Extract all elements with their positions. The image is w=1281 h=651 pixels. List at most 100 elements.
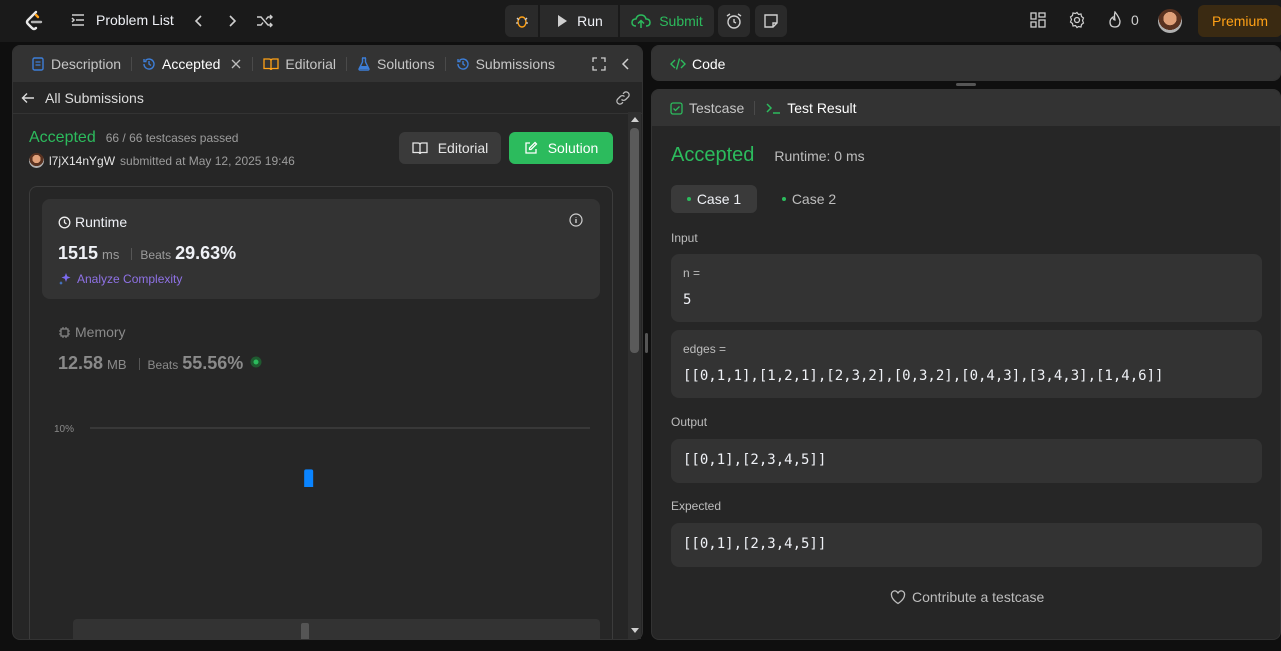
scroll-up-icon[interactable] xyxy=(631,116,639,122)
run-button[interactable]: Run xyxy=(540,5,618,37)
performance-card: Runtime 1515 ms Beats 29.63% Analyze Com… xyxy=(29,186,613,639)
arrow-left-icon xyxy=(21,92,34,103)
leetcode-logo-icon[interactable] xyxy=(22,9,46,33)
fire-icon xyxy=(1109,11,1121,28)
edges-label: edges = xyxy=(683,342,727,356)
gear-icon xyxy=(1069,11,1085,29)
play-icon xyxy=(558,15,568,27)
left-tab-bar: Description Accepted Editorial Solutions… xyxy=(13,46,642,82)
tab-submissions-label: Submissions xyxy=(475,56,555,72)
expected-box[interactable]: [[0,1],[2,3,4,5]] xyxy=(671,523,1262,567)
streak-counter[interactable]: 0 xyxy=(1107,11,1139,29)
run-label: Run xyxy=(577,13,603,29)
run-submit-group: Run Submit xyxy=(505,5,714,37)
heart-icon xyxy=(890,589,906,604)
n-value: 5 xyxy=(683,292,692,308)
code-panel: Code xyxy=(651,45,1281,81)
settings-button[interactable] xyxy=(1068,11,1086,32)
tab-editorial[interactable]: Editorial xyxy=(257,56,342,72)
top-bar: Problem List Run Submit 0 Premium xyxy=(0,0,1281,42)
submitter-line: l7jX14nYgW submitted at May 12, 2025 19:… xyxy=(29,153,295,168)
result-tab-bar: Testcase Test Result xyxy=(652,90,1280,126)
collapse-panel-icon[interactable] xyxy=(621,57,631,71)
case-1-tab[interactable]: Case 1 xyxy=(671,185,757,213)
timer-button[interactable] xyxy=(718,5,750,37)
all-submissions-link[interactable]: All Submissions xyxy=(13,82,642,114)
chart-bar xyxy=(304,469,314,487)
case-2-label: Case 2 xyxy=(791,191,837,207)
result-accepted: Accepted xyxy=(671,144,755,166)
problem-list-button[interactable]: Problem List xyxy=(70,12,174,28)
tab-divider xyxy=(346,57,347,71)
shuffle-icon xyxy=(257,14,273,28)
close-icon[interactable] xyxy=(230,58,242,70)
checkbox-icon xyxy=(670,101,683,115)
submission-status: Accepted 66 / 66 testcases passed xyxy=(29,129,238,147)
prev-problem-button[interactable] xyxy=(189,11,209,31)
debug-button[interactable] xyxy=(505,5,538,37)
status-accepted: Accepted xyxy=(29,129,96,146)
all-submissions-label: All Submissions xyxy=(45,89,144,106)
problem-list-label: Problem List xyxy=(96,12,174,28)
note-icon xyxy=(764,14,778,28)
scroll-down-icon[interactable] xyxy=(631,628,639,634)
solution-button[interactable]: Solution xyxy=(509,132,613,164)
tab-description-label: Description xyxy=(51,56,122,72)
user-avatar[interactable] xyxy=(1158,9,1182,33)
case-2-tab[interactable]: Case 2 xyxy=(771,185,847,213)
input-label: Input xyxy=(671,231,698,245)
tab-test-result-label: Test Result xyxy=(787,100,857,116)
runtime-distribution-chart[interactable]: 10%5%0%579ms866ms919ms1419ms1544ms xyxy=(30,187,612,487)
premium-button[interactable]: Premium xyxy=(1198,5,1281,37)
tab-accepted-label: Accepted xyxy=(162,56,221,72)
description-icon xyxy=(32,57,44,71)
layout-button[interactable] xyxy=(1029,11,1047,32)
horizontal-resize-handle[interactable] xyxy=(956,83,976,86)
tab-code[interactable]: Code xyxy=(664,56,731,72)
y-tick-label: 10% xyxy=(54,424,74,435)
tab-testcase-label: Testcase xyxy=(689,100,745,116)
tab-testcase[interactable]: Testcase xyxy=(664,100,750,116)
tab-solutions[interactable]: Solutions xyxy=(351,56,441,72)
chart-range-slider[interactable] xyxy=(73,619,600,639)
result-runtime: Runtime: 0 ms xyxy=(774,148,865,164)
pass-dot xyxy=(686,197,691,201)
scroll-thumb[interactable] xyxy=(630,128,639,353)
book-icon xyxy=(412,142,428,155)
output-box[interactable]: [[0,1],[2,3,4,5]] xyxy=(671,439,1262,483)
premium-label: Premium xyxy=(1211,13,1268,29)
tab-divider xyxy=(754,101,756,115)
tab-description[interactable]: Description xyxy=(25,56,127,72)
contribute-label: Contribute a testcase xyxy=(912,589,1045,605)
input-n-box[interactable]: n = 5 xyxy=(671,254,1262,322)
testcases-passed: 66 / 66 testcases passed xyxy=(105,131,239,145)
slider-handle[interactable] xyxy=(301,623,309,639)
tab-solutions-label: Solutions xyxy=(377,56,435,72)
cloud-upload-icon xyxy=(631,14,651,28)
next-problem-button[interactable] xyxy=(222,11,242,31)
editorial-button[interactable]: Editorial xyxy=(399,132,501,164)
pass-dot xyxy=(781,197,786,201)
random-problem-button[interactable] xyxy=(255,11,275,31)
tab-test-result[interactable]: Test Result xyxy=(759,100,862,116)
tab-submissions[interactable]: Submissions xyxy=(450,56,561,72)
layout-grid-icon xyxy=(1030,12,1046,28)
input-edges-box[interactable]: edges = [[0,1,1],[1,2,1],[2,3,2],[0,3,2]… xyxy=(671,330,1262,398)
submit-label: Submit xyxy=(659,13,703,29)
notes-button[interactable] xyxy=(755,5,787,37)
maximize-icon[interactable] xyxy=(592,57,606,71)
edit-icon xyxy=(525,141,538,154)
tab-editorial-label: Editorial xyxy=(285,56,336,72)
submit-button[interactable]: Submit xyxy=(620,5,714,37)
submitter-username[interactable]: l7jX14nYgW xyxy=(49,154,115,168)
vertical-resize-handle[interactable] xyxy=(645,333,648,353)
tab-accepted[interactable]: Accepted xyxy=(136,56,248,72)
streak-count: 0 xyxy=(1131,12,1139,28)
bug-icon xyxy=(515,16,528,28)
edges-value: [[0,1,1],[1,2,1],[2,3,2],[0,3,2],[0,4,3]… xyxy=(683,368,1164,384)
case-1-label: Case 1 xyxy=(696,191,742,207)
tab-divider xyxy=(252,57,254,71)
expected-label: Expected xyxy=(671,499,722,513)
link-icon[interactable] xyxy=(615,91,631,105)
contribute-testcase-link[interactable]: Contribute a testcase xyxy=(890,589,1044,605)
